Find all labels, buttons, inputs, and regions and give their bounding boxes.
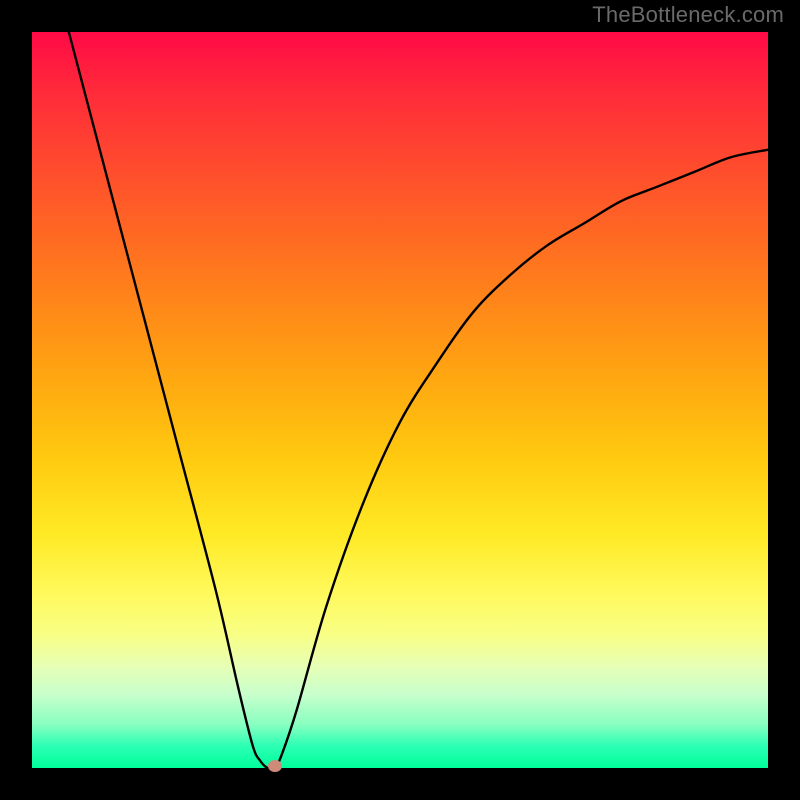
- optimal-point-marker: [268, 760, 282, 772]
- bottleneck-curve: [32, 32, 768, 768]
- plot-area: [32, 32, 768, 768]
- watermark-text: TheBottleneck.com: [592, 2, 784, 28]
